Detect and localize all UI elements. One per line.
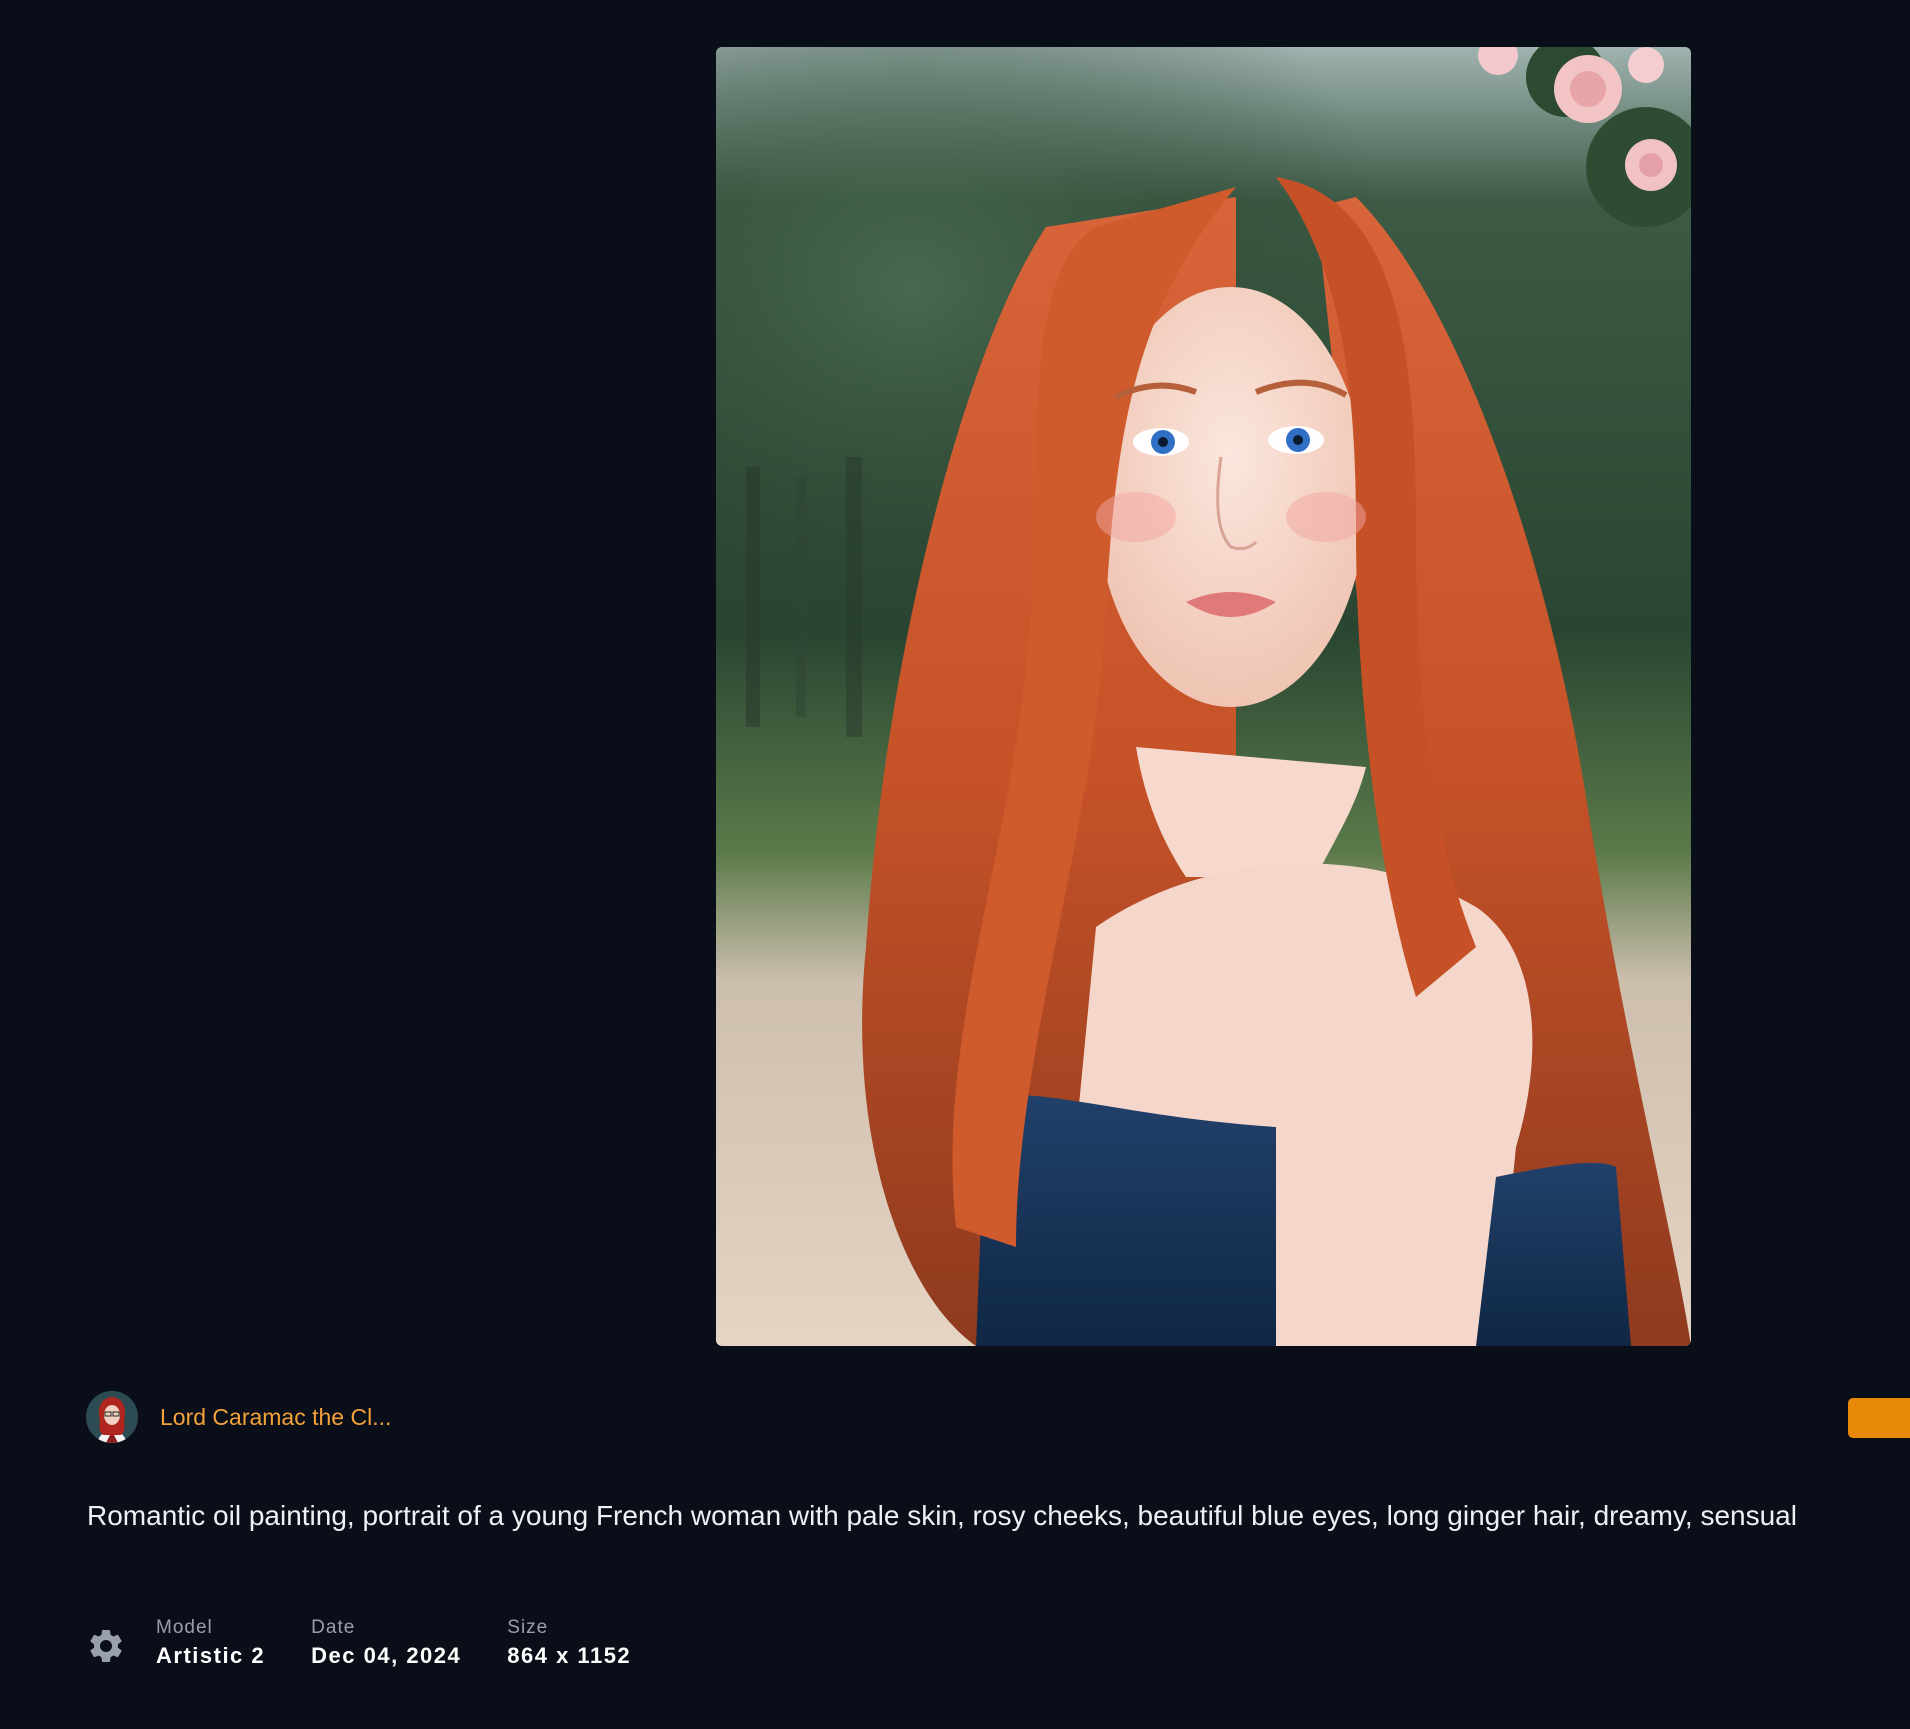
image-detail-page: Lord Caramac the Cl... Romantic oil pain… xyxy=(0,0,1910,1729)
meta-size-value: 864 x 1152 xyxy=(507,1643,632,1668)
author-row: Lord Caramac the Cl... xyxy=(86,1390,391,1444)
meta-size-label: Size xyxy=(507,1617,549,1638)
author-name-link[interactable]: Lord Caramac the Cl... xyxy=(160,1404,391,1431)
meta-date-label: Date xyxy=(311,1617,356,1638)
action-button[interactable] xyxy=(1848,1398,1910,1438)
meta-model-label: Model xyxy=(156,1617,213,1638)
meta-model-value: Artistic 2 xyxy=(156,1643,266,1668)
generated-image[interactable] xyxy=(716,47,1691,1346)
portrait-illustration xyxy=(716,47,1691,1346)
meta-size: Size 864 x 1152 xyxy=(507,1616,631,1672)
avatar-image xyxy=(86,1391,138,1443)
meta-model: Model Artistic 2 xyxy=(156,1616,265,1672)
meta-date-value: Dec 04, 2024 xyxy=(311,1643,462,1668)
prompt-text: Romantic oil painting, portrait of a you… xyxy=(87,1500,1797,1531)
meta-row: Model Artistic 2 Date Dec 04, 2024 Size … xyxy=(86,1616,677,1676)
gear-icon[interactable] xyxy=(86,1626,126,1666)
meta-date: Date Dec 04, 2024 xyxy=(311,1616,461,1672)
author-avatar[interactable] xyxy=(86,1391,138,1443)
